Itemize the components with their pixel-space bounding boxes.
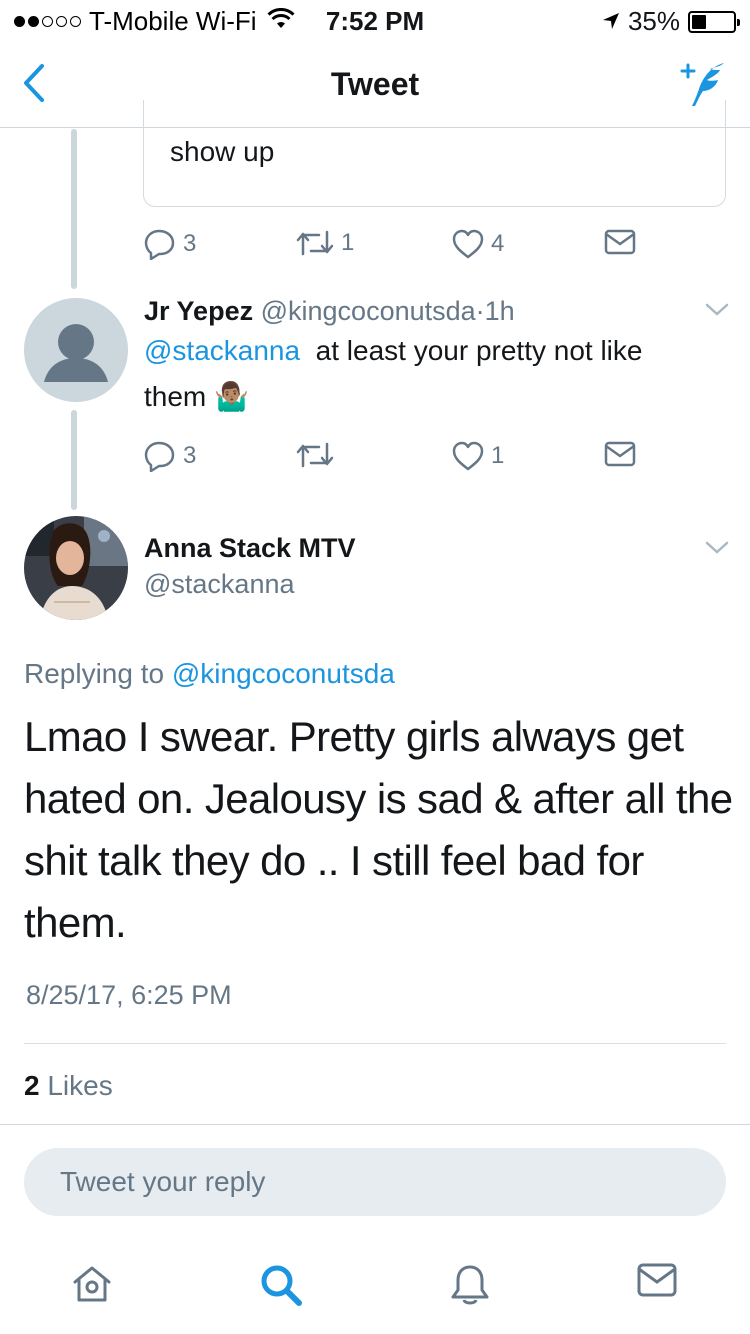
reply-count: 3 — [183, 230, 197, 257]
tab-home[interactable] — [70, 1262, 114, 1311]
quoted-tweet-card[interactable]: show up — [143, 100, 726, 207]
chevron-down-icon — [705, 541, 729, 554]
divider — [24, 1043, 726, 1044]
status-bar: T-Mobile Wi-Fi 7:52 PM 35% — [0, 0, 750, 40]
battery-icon — [688, 10, 740, 33]
like-count: 4 — [491, 230, 505, 257]
messages-icon — [637, 1263, 677, 1297]
direct-message-button[interactable] — [603, 440, 637, 468]
profile-photo-icon — [24, 516, 128, 620]
envelope-icon — [604, 441, 636, 467]
avatar[interactable] — [24, 516, 128, 620]
retweet-count: 1 — [341, 229, 355, 256]
mention-link[interactable]: @stackanna — [144, 335, 300, 366]
retweet-button[interactable]: 1 — [295, 228, 354, 258]
reply-icon — [144, 229, 175, 260]
tweet-text-line1: at least your pretty not like — [315, 335, 643, 366]
heart-icon — [452, 441, 484, 471]
retweet-icon — [296, 230, 334, 256]
tab-messages[interactable] — [636, 1262, 678, 1303]
thread-line — [71, 129, 77, 289]
envelope-icon — [604, 229, 636, 255]
dot-separator: · — [475, 296, 485, 326]
reply-input[interactable] — [24, 1148, 726, 1216]
battery-percent: 35% — [627, 6, 680, 36]
reply-composer[interactable] — [24, 1148, 726, 1216]
shrug-emoji: 🤷🏽‍♂️ — [214, 381, 249, 412]
thread-line — [71, 410, 77, 510]
notifications-icon — [451, 1265, 489, 1305]
heart-icon — [452, 229, 484, 259]
tweet-timestamp: 8/25/17, 6:25 PM — [26, 980, 232, 1010]
retweet-icon — [296, 442, 334, 468]
quoted-tweet-text: show up — [170, 136, 275, 167]
home-icon — [73, 1266, 111, 1302]
author-name[interactable]: Anna Stack MTV — [144, 533, 356, 564]
tweet-menu-button[interactable] — [704, 302, 730, 323]
location-arrow-icon — [602, 6, 620, 37]
chevron-down-icon — [705, 303, 729, 316]
divider — [0, 1124, 750, 1125]
direct-message-button[interactable] — [603, 228, 637, 256]
avatar[interactable] — [24, 298, 128, 402]
tweet-time: 1h — [484, 296, 515, 326]
replying-to: Replying to @kingcoconutsda — [24, 658, 395, 690]
tab-bar — [0, 1240, 750, 1334]
replying-to-link[interactable]: @kingcoconutsda — [172, 658, 395, 689]
like-button[interactable]: 1 — [451, 440, 504, 472]
tweet-actions: 3 1 4 — [143, 228, 643, 268]
like-count: 1 — [491, 442, 505, 469]
like-button[interactable]: 4 — [451, 228, 504, 260]
tweet-text-line2: them — [144, 381, 207, 412]
tweet-menu-button[interactable] — [704, 540, 730, 561]
page-title: Tweet — [330, 66, 420, 102]
tweet-actions: 3 1 — [143, 440, 643, 480]
reply-count: 3 — [183, 442, 197, 469]
author-handle[interactable]: @stackanna — [144, 569, 295, 600]
author-handle: @kingcoconutsda — [260, 296, 476, 326]
likes-count: 2 — [24, 1070, 40, 1101]
reply-button[interactable]: 3 — [143, 228, 196, 260]
reply-button[interactable]: 3 — [143, 440, 196, 472]
tab-search[interactable] — [258, 1262, 304, 1313]
tweet-text: Lmao I swear. Pretty girls always get ha… — [24, 713, 733, 946]
retweet-button[interactable] — [295, 440, 341, 470]
tweet-text: @stackanna at least your pretty not like… — [144, 328, 724, 420]
tweet-author[interactable]: Jr Yepez @kingcoconutsda·1h — [144, 296, 515, 327]
reply-icon — [144, 441, 175, 472]
default-profile-icon — [44, 324, 108, 382]
search-icon — [261, 1265, 302, 1306]
author-name: Jr Yepez — [144, 296, 254, 326]
tab-notifications[interactable] — [448, 1262, 492, 1313]
replying-prefix: Replying to — [24, 658, 165, 689]
likes-summary[interactable]: 2 Likes — [24, 1070, 113, 1102]
likes-label: Likes — [47, 1070, 113, 1101]
